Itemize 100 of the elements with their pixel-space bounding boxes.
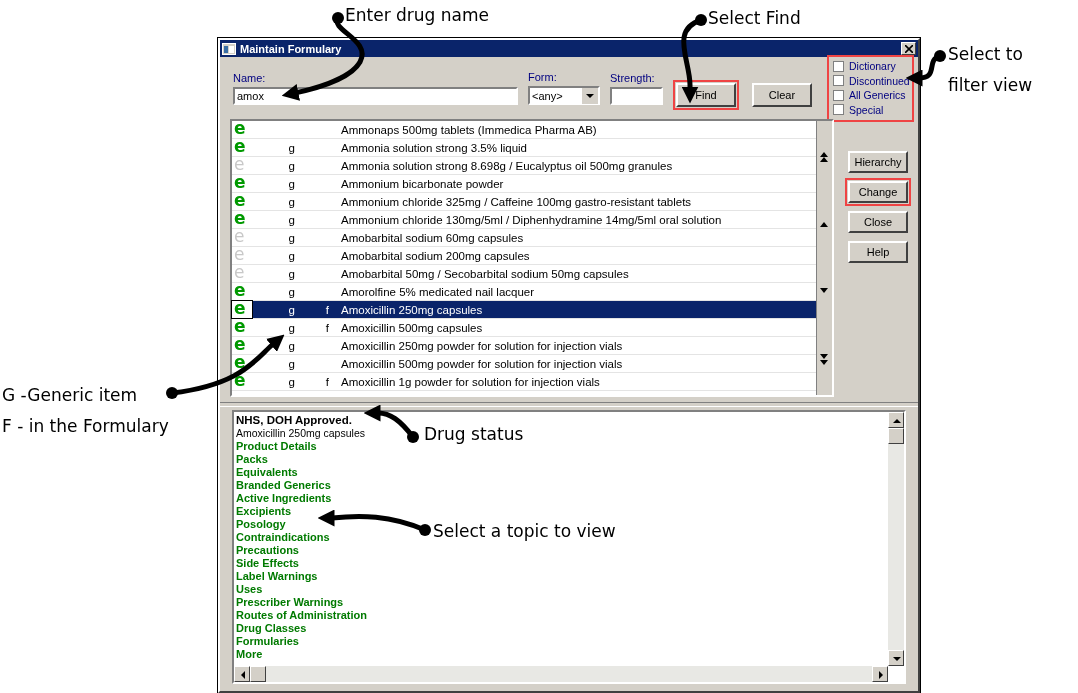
drug-row[interactable]: e g Ammonium chloride 325mg / Caffeine 100mg gastro-resistant tablets bbox=[232, 193, 816, 211]
topic-link[interactable]: Routes of Administration bbox=[236, 609, 367, 622]
drug-name: Ammonium chloride 130mg/5ml / Diphenhydramine 14mg/5ml oral solution bbox=[340, 213, 722, 226]
drug-name: Amorolfine 5% medicated nail lacquer bbox=[340, 285, 535, 298]
page-down-icon[interactable] bbox=[819, 354, 829, 366]
drug-row[interactable]: e g Ammonium chloride 130mg/5ml / Diphenhydramine 14mg/5ml oral solution bbox=[232, 211, 816, 229]
topic-link[interactable]: Product Details bbox=[236, 440, 317, 453]
generic-label: g bbox=[288, 321, 295, 334]
annotation-text: Drug status bbox=[424, 423, 524, 445]
topic-link[interactable]: Side Effects bbox=[236, 557, 299, 570]
name-label: Name: bbox=[233, 72, 267, 84]
topic-link[interactable]: More bbox=[236, 648, 263, 661]
filter-checkbox[interactable] bbox=[833, 75, 844, 87]
filter-label: Special bbox=[849, 103, 884, 116]
topic-link[interactable]: Branded Generics bbox=[236, 479, 331, 492]
drug-name: Amobarbital sodium 200mg capsules bbox=[340, 249, 530, 262]
generic-label: g bbox=[288, 231, 295, 244]
topic-link[interactable]: Label Warnings bbox=[236, 570, 318, 583]
formulary-label: f bbox=[325, 303, 329, 316]
topic-link[interactable]: Drug Classes bbox=[236, 622, 307, 635]
generic-label: g bbox=[288, 195, 295, 208]
drug-name: Amoxicillin 500mg capsules bbox=[340, 321, 483, 334]
drug-name: Ammonia solution strong 3.5% liquid bbox=[340, 141, 528, 154]
filter-label: Discontinued bbox=[849, 74, 910, 87]
generic-label: g bbox=[288, 159, 295, 172]
form-dropdown[interactable]: <any> bbox=[528, 86, 600, 105]
formulary-label: f bbox=[325, 321, 329, 334]
close-button[interactable] bbox=[901, 42, 916, 55]
drug-name: Amobarbital 50mg / Secobarbital sodium 50mg capsules bbox=[340, 267, 629, 280]
generic-label: g bbox=[288, 357, 295, 370]
topic-link[interactable]: Posology bbox=[236, 518, 286, 531]
scroll-up-icon[interactable] bbox=[819, 221, 829, 227]
filter-label: All Generics bbox=[849, 89, 906, 102]
form-label: Form: bbox=[528, 71, 558, 83]
scroll-right-icon[interactable] bbox=[872, 666, 888, 682]
vertical-scrollbar[interactable] bbox=[888, 412, 904, 666]
topic-link[interactable]: Uses bbox=[236, 583, 263, 596]
generic-label: g bbox=[288, 339, 295, 352]
drug-name: Amoxicillin 500mg powder for solution for injection vials bbox=[340, 357, 623, 370]
generic-label: g bbox=[288, 213, 295, 226]
callout-arrow bbox=[363, 404, 419, 443]
drug-row[interactable]: e g f Amoxicillin 1g powder for solution for injection vials bbox=[232, 373, 816, 391]
annotation-text: Select Find bbox=[708, 7, 801, 29]
drug-row[interactable]: e g f Amoxicillin 500mg capsules bbox=[232, 319, 816, 337]
annotation-text: Enter drug name bbox=[345, 4, 489, 26]
clear-button[interactable]: Clear bbox=[752, 83, 812, 107]
drug-name: Ammonium chloride 325mg / Caffeine 100mg gastro-resistant tablets bbox=[340, 195, 692, 208]
window-icon bbox=[222, 42, 236, 55]
generic-label: g bbox=[288, 141, 295, 154]
scrollbar[interactable] bbox=[816, 121, 832, 395]
strength-label: Strength: bbox=[610, 72, 656, 84]
drug-row[interactable]: e g Amoxicillin 250mg powder for solution for injection vials bbox=[232, 337, 816, 355]
drug-row[interactable]: e Ammonaps 500mg tablets (Immedica Pharma AB) bbox=[232, 121, 816, 139]
annotation-text: Select to bbox=[948, 43, 1024, 65]
strength-input-field[interactable] bbox=[610, 87, 663, 105]
horizontal-scrollbar[interactable] bbox=[234, 666, 888, 682]
action-button[interactable]: Change bbox=[848, 181, 908, 203]
scroll-down-icon[interactable] bbox=[819, 288, 829, 294]
drug-name: Ammonium bicarbonate powder bbox=[340, 177, 504, 190]
drug-row[interactable]: e g Ammonium bicarbonate powder bbox=[232, 175, 816, 193]
page-up-icon[interactable] bbox=[819, 151, 829, 163]
topic-link[interactable]: Packs bbox=[236, 453, 268, 466]
filter-checkbox[interactable] bbox=[833, 60, 844, 72]
drug-row[interactable]: e g Amoxicillin 500mg powder for solution for injection vials bbox=[232, 355, 816, 373]
action-button[interactable]: Help bbox=[848, 241, 908, 263]
annotation-text: F - in the Formulary bbox=[2, 415, 169, 437]
filter-checkbox[interactable] bbox=[833, 89, 844, 101]
annotation-text: G -Generic item bbox=[2, 384, 139, 406]
drug-name: Amoxicillin 1g powder for solution for injection vials bbox=[340, 375, 600, 388]
action-button[interactable]: Close bbox=[848, 211, 908, 233]
generic-label: g bbox=[288, 285, 295, 298]
scroll-thumb[interactable] bbox=[888, 428, 904, 444]
formulary-label: f bbox=[325, 375, 329, 388]
name-input-field[interactable]: amox bbox=[233, 87, 518, 105]
topic-link[interactable]: Active Ingredients bbox=[236, 492, 332, 505]
topic-link[interactable]: Formularies bbox=[236, 635, 299, 648]
annotation-text: filter view bbox=[948, 74, 1033, 96]
drug-name: Amobarbital sodium 60mg capsules bbox=[340, 231, 524, 244]
drug-name: Amoxicillin 250mg capsules bbox=[340, 303, 483, 316]
generic-label: g bbox=[288, 177, 295, 190]
drug-row[interactable]: e g Ammonia solution strong 3.5% liquid bbox=[232, 139, 816, 157]
scroll-thumb[interactable] bbox=[250, 666, 266, 682]
topic-link[interactable]: Contraindications bbox=[236, 531, 330, 544]
filter-checkbox[interactable] bbox=[833, 104, 844, 116]
window-title: Maintain Formulary bbox=[240, 42, 343, 55]
annotation-text: Select a topic to view bbox=[433, 520, 616, 542]
status-icon: e bbox=[232, 301, 252, 318]
drug-name: Ammonia solution strong 8.698g / Eucalyptus oil 500mg granules bbox=[340, 159, 673, 172]
product-name: Amoxicillin 250mg capsules bbox=[236, 427, 365, 440]
drug-row[interactable]: e g f Amoxicillin 250mg capsules bbox=[232, 301, 816, 319]
generic-label: g bbox=[288, 375, 295, 388]
action-button[interactable]: Hierarchy bbox=[848, 151, 908, 173]
topic-link[interactable]: Excipients bbox=[236, 505, 292, 518]
scroll-down-icon[interactable] bbox=[888, 650, 904, 666]
topic-link[interactable]: Precautions bbox=[236, 544, 299, 557]
scroll-left-icon[interactable] bbox=[234, 666, 250, 682]
topic-link[interactable]: Equivalents bbox=[236, 466, 298, 479]
drug-status: NHS, DOH Approved. bbox=[236, 414, 352, 427]
scroll-up-icon[interactable] bbox=[888, 412, 904, 428]
topic-link[interactable]: Prescriber Warnings bbox=[236, 596, 344, 609]
